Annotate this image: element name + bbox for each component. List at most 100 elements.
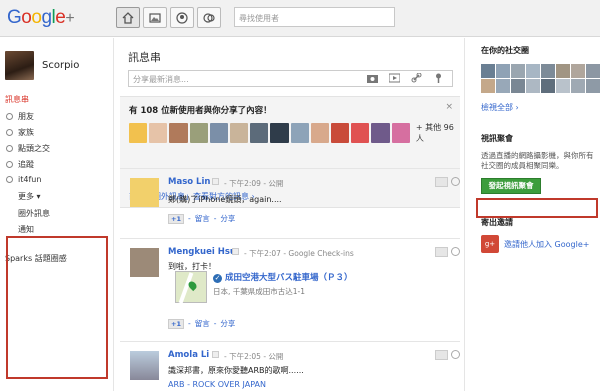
plusone-button[interactable]: +1: [168, 318, 184, 329]
user-name[interactable]: Scorpio: [42, 60, 79, 71]
avatar[interactable]: [290, 123, 309, 143]
view-all-link[interactable]: 檢視全部 ›: [481, 102, 519, 113]
circle-icon: [6, 176, 13, 183]
invite-row[interactable]: g+ 邀請他人加入 Google+: [481, 235, 589, 253]
avatar[interactable]: [169, 123, 188, 143]
avatar[interactable]: [189, 123, 208, 143]
profile-summary[interactable]: Scorpio: [5, 51, 79, 80]
avatar[interactable]: [130, 248, 159, 277]
in-your-circles-title: 在你的社交圈: [481, 46, 529, 55]
avatar[interactable]: [230, 123, 249, 143]
avatar[interactable]: [371, 123, 390, 143]
post-card: Amola Li - 下午2:05 - 公開 識深邦書，原來你愛聽ARB的歌啊.…: [120, 341, 460, 391]
post-meta: - 下午2:07 - Google Check-ins: [244, 249, 354, 258]
avatar[interactable]: [209, 123, 229, 143]
post-author[interactable]: Mengkuei Hsu: [168, 247, 236, 257]
avatar[interactable]: [541, 64, 555, 78]
avatar[interactable]: [496, 64, 510, 78]
avatar[interactable]: [391, 123, 410, 143]
home-icon: [122, 11, 134, 24]
avatar[interactable]: [250, 123, 269, 143]
avatar[interactable]: [586, 64, 600, 78]
avatar[interactable]: [556, 79, 570, 93]
start-hangout-button[interactable]: 發起視訊聚會: [481, 178, 541, 194]
comment-link[interactable]: 留言: [195, 318, 210, 329]
plusone-button[interactable]: +1: [168, 213, 184, 224]
sidebar-item-incoming[interactable]: 圈外訊息: [18, 208, 50, 219]
share-link[interactable]: 分享: [220, 318, 235, 329]
google-plus-invite-icon: g+: [481, 235, 499, 253]
avatar[interactable]: [5, 51, 34, 80]
link-icon[interactable]: [411, 72, 422, 83]
hangout-title: 視訊聚會: [481, 134, 513, 143]
google-plus-logo[interactable]: Google+: [7, 7, 75, 29]
chevron-down-icon[interactable]: [212, 351, 219, 358]
chevron-down-icon[interactable]: [232, 248, 239, 255]
avatar[interactable]: [526, 79, 540, 93]
main-stream: 訊息串 分享最新消息... 有 108 位新使用者與你分享了內容！ × + 其他…: [113, 38, 465, 391]
comment-link[interactable]: 留言: [195, 213, 210, 224]
avatar[interactable]: [130, 178, 159, 207]
location-icon[interactable]: [433, 73, 444, 83]
sidebar-item-family[interactable]: 家族: [6, 127, 34, 138]
avatar[interactable]: [571, 79, 585, 93]
avatar[interactable]: [556, 64, 570, 78]
avatar[interactable]: [526, 64, 540, 78]
avatar[interactable]: [270, 123, 289, 143]
post-author[interactable]: Maso Lin: [168, 177, 210, 187]
post-link-title[interactable]: ARB - ROCK OVER JAPAN: [168, 380, 266, 389]
place-name[interactable]: 成田空港大型バス駐車場（Ｐ３）: [225, 273, 353, 283]
sidebar-item-stream[interactable]: 訊息串: [5, 94, 29, 105]
avatar[interactable]: [586, 79, 600, 93]
sidebar-item-friends[interactable]: 朋友: [6, 111, 34, 122]
sidebar-item-notifications[interactable]: 通知: [18, 224, 34, 235]
checkin-card[interactable]: ✓ 成田空港大型バス駐車場（Ｐ３） 日本, 千葉県成田市古込1-1: [175, 271, 353, 304]
avatar[interactable]: [129, 123, 148, 143]
post-actions: +1 - 留言 - 分享: [168, 318, 235, 329]
avatar[interactable]: [331, 123, 350, 143]
avatar[interactable]: [511, 79, 525, 93]
mute-button[interactable]: [435, 247, 448, 257]
avatar[interactable]: [541, 79, 555, 93]
camera-icon[interactable]: [367, 73, 378, 83]
avatar[interactable]: [481, 79, 495, 93]
check-icon: ✓: [213, 274, 222, 283]
avatar[interactable]: [481, 64, 495, 78]
sidebar-item-following[interactable]: 追蹤: [6, 159, 34, 170]
circles-icon: [203, 12, 215, 23]
avatar[interactable]: [571, 64, 585, 78]
avatar[interactable]: [149, 123, 168, 143]
circles-button[interactable]: [197, 7, 221, 28]
options-icon[interactable]: [451, 247, 460, 256]
options-icon[interactable]: [451, 177, 460, 186]
profile-button[interactable]: [170, 7, 194, 28]
annotation-box-right: [476, 198, 598, 218]
options-icon[interactable]: [451, 350, 460, 359]
post-author[interactable]: Amola Li: [168, 350, 209, 360]
annotation-box-left: [6, 236, 108, 379]
mute-button[interactable]: [435, 350, 448, 360]
video-icon[interactable]: [388, 73, 401, 83]
sidebar-item-acquaintances[interactable]: 點頭之交: [6, 143, 50, 154]
avatar[interactable]: [130, 351, 159, 380]
avatar[interactable]: [496, 79, 510, 93]
avatar[interactable]: [511, 64, 525, 78]
share-link[interactable]: 分享: [220, 213, 235, 224]
invite-link[interactable]: 邀請他人加入 Google+: [504, 239, 589, 250]
top-bar: Google+ 尋找使用者: [0, 0, 600, 37]
circle-members-grid: [481, 64, 600, 93]
circle-icon: [6, 161, 13, 168]
map-thumbnail[interactable]: [175, 271, 207, 304]
photos-button[interactable]: [143, 7, 167, 28]
avatar[interactable]: [351, 123, 370, 143]
mute-button[interactable]: [435, 177, 448, 187]
post-body: 鄭(購)了iPhone鏡頭，again....: [168, 195, 282, 204]
post-card: Maso Lin - 下午2:09 - 公開 鄭(購)了iPhone鏡頭，aga…: [120, 168, 460, 236]
sidebar-item-it4fun[interactable]: it4fun: [6, 175, 41, 184]
search-input[interactable]: 尋找使用者: [234, 7, 395, 27]
sidebar-more[interactable]: 更多 ▾: [18, 191, 41, 202]
home-button[interactable]: [116, 7, 140, 28]
chevron-down-icon[interactable]: [212, 178, 219, 185]
close-icon[interactable]: ×: [445, 102, 453, 112]
avatar[interactable]: [310, 123, 330, 143]
